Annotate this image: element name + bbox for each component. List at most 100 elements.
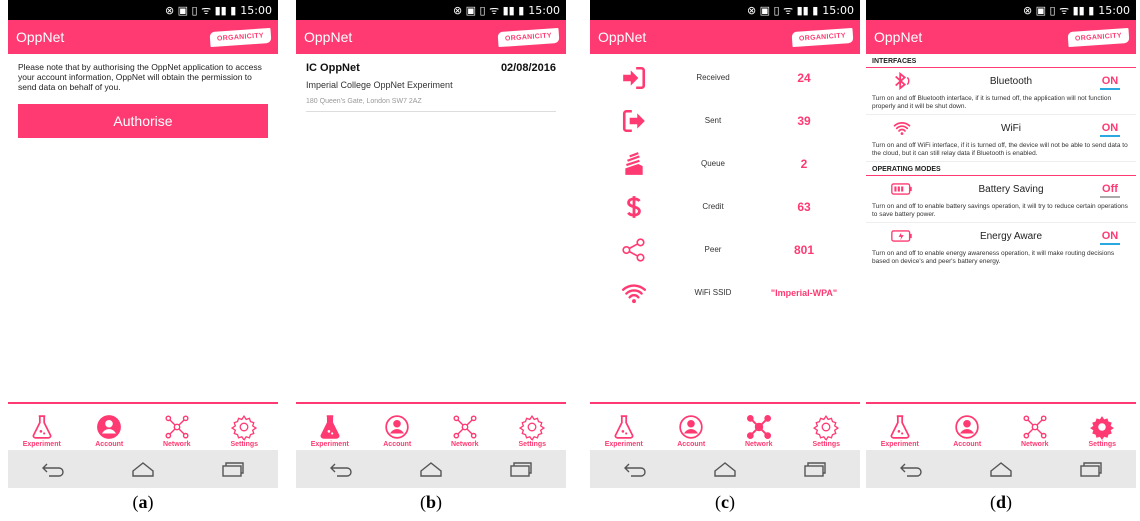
- account-card[interactable]: IC OppNet 02/08/2016 Imperial College Op…: [296, 54, 566, 112]
- tab-settings-label: Settings: [1088, 441, 1117, 448]
- setting-label: Energy Aware: [979, 230, 1043, 242]
- peer-icon: [622, 237, 645, 262]
- tab-account[interactable]: Account: [367, 414, 427, 448]
- energy-aware-toggle[interactable]: ON: [1090, 230, 1130, 245]
- setting-label: Battery Saving: [978, 183, 1044, 195]
- stat-value: 63: [797, 199, 811, 214]
- wifi-toggle[interactable]: ON: [1090, 122, 1130, 137]
- recent-apps-icon[interactable]: [802, 459, 828, 479]
- tab-network[interactable]: Network: [435, 414, 495, 448]
- flask-icon: [29, 414, 55, 440]
- auth-notice: Please note that by authorising the OppN…: [18, 62, 262, 92]
- signal-icons: ⊗ ▣ ▯ ᯤ ▮▮ ▮: [164, 3, 237, 17]
- organicity-logo: ORGANICITY: [496, 26, 561, 48]
- caption-d: (d): [989, 492, 1012, 512]
- back-icon[interactable]: [622, 459, 648, 479]
- organicity-logo: ORGANICITY: [208, 26, 273, 48]
- recent-apps-icon[interactable]: [508, 459, 534, 479]
- setting-label: Bluetooth: [989, 75, 1033, 87]
- account-icon: [96, 414, 122, 440]
- account-icon: [384, 414, 410, 440]
- phone-panel-a: ⊗ ▣ ▯ ᯤ ▮▮ ▮ 15:00 OppNet ORGANICITY Ple…: [8, 0, 278, 488]
- tab-settings[interactable]: Settings: [502, 414, 562, 448]
- network-stats-content: Received 24 Sent 39 Queue 2 Credit 63 Pe…: [590, 54, 860, 406]
- system-nav-bar: [866, 450, 1136, 488]
- tab-network-label: Network: [450, 441, 479, 448]
- home-icon[interactable]: [418, 459, 444, 479]
- stat-row-sent: Sent 39: [590, 99, 860, 142]
- recent-apps-icon[interactable]: [1078, 459, 1104, 479]
- tab-network[interactable]: Network: [147, 414, 207, 448]
- caption-b: (b): [419, 492, 442, 512]
- tab-network-label: Network: [162, 441, 191, 448]
- battery-saving-toggle[interactable]: Off: [1090, 183, 1130, 198]
- tab-settings-label: Settings: [812, 441, 841, 448]
- credit-icon: [627, 195, 641, 218]
- app-bar: OppNet ORGANICITY: [590, 20, 860, 54]
- tab-account-label: Account: [95, 441, 124, 448]
- account-icon: [954, 414, 980, 440]
- flask-icon: [887, 414, 913, 440]
- back-icon[interactable]: [40, 459, 66, 479]
- bluetooth-toggle[interactable]: ON: [1090, 75, 1130, 90]
- tab-bar: Experiment Account Network Settings: [296, 402, 566, 450]
- recent-apps-icon[interactable]: [220, 459, 246, 479]
- tab-network-label: Network: [1020, 441, 1049, 448]
- tab-bar: Experiment Account Network Settings: [8, 402, 278, 450]
- tab-experiment[interactable]: Experiment: [594, 414, 654, 448]
- caption-a-letter: a: [138, 492, 148, 512]
- tab-settings[interactable]: Settings: [214, 414, 274, 448]
- organicity-logo: ORGANICITY: [1066, 26, 1131, 48]
- bluetooth-icon: [895, 72, 910, 90]
- tab-network[interactable]: Network: [729, 414, 789, 448]
- authorise-button[interactable]: Authorise: [18, 104, 268, 138]
- back-icon[interactable]: [328, 459, 354, 479]
- tab-network[interactable]: Network: [1005, 414, 1065, 448]
- tab-bar: Experiment Account Network Settings: [866, 402, 1136, 450]
- experiment-name: Imperial College OppNet Experiment: [306, 80, 453, 90]
- status-bar: ⊗ ▣ ▯ ᯤ ▮▮ ▮ 15:00: [296, 0, 566, 20]
- account-auth-content: Please note that by authorising the OppN…: [8, 54, 278, 406]
- tab-account-label: Account: [383, 441, 412, 448]
- tab-experiment[interactable]: Experiment: [300, 414, 360, 448]
- tab-experiment-label: Experiment: [22, 441, 61, 448]
- tab-settings-label: Settings: [518, 441, 547, 448]
- stat-row-credit: Credit 63: [590, 185, 860, 228]
- signal-icons: ⊗ ▣ ▯ ᯤ ▮▮ ▮: [1022, 3, 1095, 17]
- system-nav-bar: [590, 450, 860, 488]
- flask-icon: [317, 414, 343, 440]
- tab-experiment[interactable]: Experiment: [870, 414, 930, 448]
- status-bar: ⊗ ▣ ▯ ᯤ ▮▮ ▮ 15:00: [8, 0, 278, 20]
- tab-account-label: Account: [677, 441, 706, 448]
- home-icon[interactable]: [130, 459, 156, 479]
- tab-account[interactable]: Account: [79, 414, 139, 448]
- caption-c: (c): [715, 492, 735, 512]
- tab-settings[interactable]: Settings: [1072, 414, 1132, 448]
- network-icon: [164, 414, 190, 440]
- app-bar: OppNet ORGANICITY: [296, 20, 566, 54]
- tab-bar: Experiment Account Network Settings: [590, 402, 860, 450]
- tab-network-label: Network: [744, 441, 773, 448]
- account-name: IC OppNet: [306, 62, 360, 74]
- tab-experiment-label: Experiment: [310, 441, 349, 448]
- home-icon[interactable]: [712, 459, 738, 479]
- tab-settings[interactable]: Settings: [796, 414, 856, 448]
- tab-account[interactable]: Account: [937, 414, 997, 448]
- caption-b-letter: b: [425, 492, 436, 512]
- stat-label: Received: [696, 73, 730, 82]
- stat-row-received: Received 24: [590, 56, 860, 99]
- home-icon[interactable]: [988, 459, 1014, 479]
- tab-account[interactable]: Account: [661, 414, 721, 448]
- network-icon: [746, 414, 772, 440]
- app-title: OppNet: [874, 29, 923, 45]
- phone-panel-d: ⊗ ▣ ▯ ᯤ ▮▮ ▮ 15:00 OppNet ORGANICITY INT…: [866, 0, 1136, 488]
- back-icon[interactable]: [898, 459, 924, 479]
- gear-icon: [231, 414, 257, 440]
- stat-value: "Imperial-WPA": [770, 287, 838, 298]
- app-title: OppNet: [598, 29, 647, 45]
- tab-experiment[interactable]: Experiment: [12, 414, 72, 448]
- queue-icon: [625, 151, 643, 175]
- phone-panel-c: ⊗ ▣ ▯ ᯤ ▮▮ ▮ 15:00 OppNet ORGANICITY Rec…: [590, 0, 860, 488]
- setting-description: Turn on and off Bluetooth interface, if …: [866, 94, 1136, 115]
- app-title: OppNet: [16, 29, 65, 45]
